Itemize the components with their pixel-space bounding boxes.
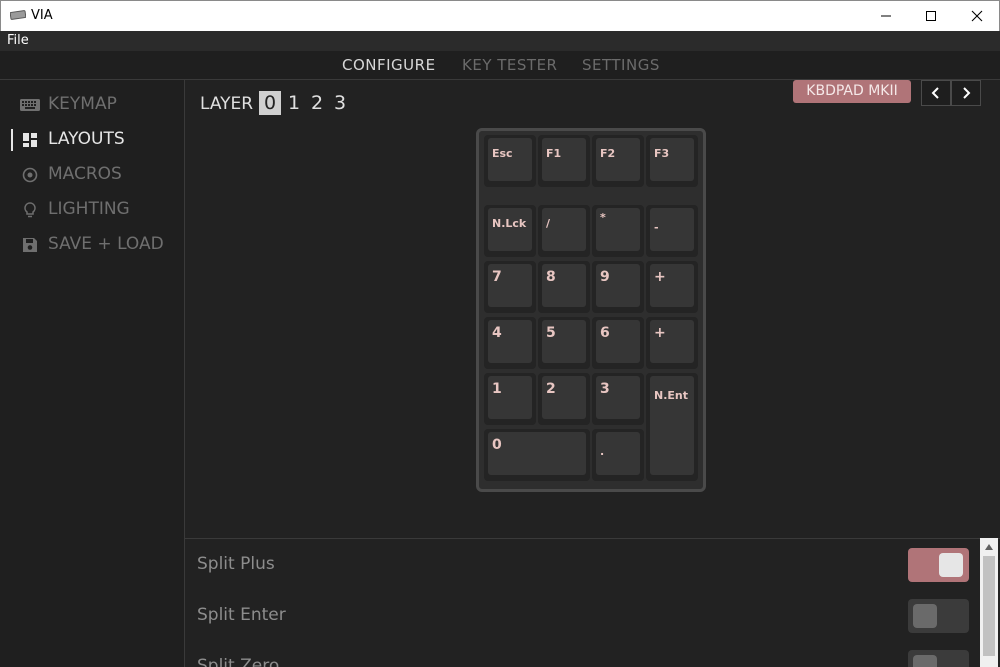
key-f3[interactable]: F3 bbox=[646, 135, 698, 187]
scroll-thumb[interactable] bbox=[983, 556, 995, 656]
option-row-split-zero: Split Zero bbox=[185, 642, 980, 667]
options-scrollbar[interactable] bbox=[980, 538, 998, 667]
sidebar-item-keymap[interactable]: KEYMAP bbox=[0, 90, 184, 120]
lightbulb-icon bbox=[24, 202, 36, 218]
sidebar-item-label: KEYMAP bbox=[48, 94, 117, 114]
minimize-icon bbox=[881, 15, 891, 17]
key-plus-top[interactable]: + bbox=[646, 261, 698, 313]
key-1[interactable]: 1 bbox=[484, 373, 536, 425]
key-2[interactable]: 2 bbox=[538, 373, 590, 425]
key-decimal[interactable]: . bbox=[592, 429, 644, 481]
dashboard-icon bbox=[23, 133, 37, 147]
triangle-up-icon bbox=[985, 543, 993, 550]
key-f1[interactable]: F1 bbox=[538, 135, 590, 187]
option-row-split-enter: Split Enter bbox=[185, 591, 980, 641]
sidebar: KEYMAP LAYOUTS MACROS LIGHTING SAVE + LO… bbox=[0, 80, 185, 667]
minimize-button[interactable] bbox=[863, 1, 909, 31]
key-numpad-enter[interactable]: N.Ent bbox=[646, 373, 698, 481]
option-label: Split Enter bbox=[197, 605, 286, 625]
chevron-right-icon bbox=[963, 87, 971, 99]
sidebar-item-label: MACROS bbox=[48, 164, 122, 184]
app-keyboard-icon bbox=[10, 10, 26, 20]
keyboard-layout: Esc F1 F2 F3 N.Lck / * - 7 8 9 + 4 5 6 +… bbox=[476, 128, 706, 492]
tab-key-tester[interactable]: KEY TESTER bbox=[462, 56, 557, 74]
sidebar-item-layouts[interactable]: LAYOUTS bbox=[0, 125, 184, 155]
key-9[interactable]: 9 bbox=[592, 261, 644, 313]
toggle-knob bbox=[939, 553, 963, 577]
sidebar-item-macros[interactable]: MACROS bbox=[0, 160, 184, 190]
key-3[interactable]: 3 bbox=[592, 373, 644, 425]
layer-0-button[interactable]: 0 bbox=[259, 91, 281, 115]
menu-bar: File bbox=[0, 31, 1000, 51]
key-f2[interactable]: F2 bbox=[592, 135, 644, 187]
scroll-up-button[interactable] bbox=[980, 538, 998, 555]
close-button[interactable] bbox=[954, 1, 1000, 31]
title-bar: VIA bbox=[0, 0, 1000, 31]
circle-dot-icon bbox=[22, 167, 38, 183]
maximize-button[interactable] bbox=[908, 1, 954, 31]
key-plus-bottom[interactable]: + bbox=[646, 317, 698, 369]
layer-2-button[interactable]: 2 bbox=[306, 91, 328, 115]
key-num-lock[interactable]: N.Lck bbox=[484, 205, 536, 257]
layer-3-button[interactable]: 3 bbox=[329, 91, 351, 115]
sidebar-item-save-load[interactable]: SAVE + LOAD bbox=[0, 230, 184, 260]
tab-settings[interactable]: SETTINGS bbox=[582, 56, 660, 74]
sidebar-item-lighting[interactable]: LIGHTING bbox=[0, 195, 184, 225]
key-minus[interactable]: - bbox=[646, 205, 698, 257]
keyboard-name-badge: KBDPAD MKII bbox=[793, 80, 911, 103]
sidebar-item-label: LAYOUTS bbox=[48, 129, 125, 149]
toggle-knob bbox=[913, 604, 937, 628]
key-slash[interactable]: / bbox=[538, 205, 590, 257]
split-plus-toggle[interactable] bbox=[908, 548, 969, 582]
sidebar-item-label: LIGHTING bbox=[48, 199, 130, 219]
key-0[interactable]: 0 bbox=[484, 429, 590, 481]
configure-panel: LAYER 0 1 2 3 KBDPAD MKII Esc F1 F2 F3 N… bbox=[185, 80, 1000, 538]
menu-file[interactable]: File bbox=[7, 33, 29, 48]
layer-1-button[interactable]: 1 bbox=[283, 91, 305, 115]
key-5[interactable]: 5 bbox=[538, 317, 590, 369]
tab-configure[interactable]: CONFIGURE bbox=[342, 56, 436, 74]
option-label: Split Zero bbox=[197, 656, 280, 667]
keyboard-icon bbox=[20, 99, 40, 111]
key-4[interactable]: 4 bbox=[484, 317, 536, 369]
next-keyboard-button[interactable] bbox=[951, 80, 981, 106]
key-6[interactable]: 6 bbox=[592, 317, 644, 369]
key-8[interactable]: 8 bbox=[538, 261, 590, 313]
top-nav: CONFIGURE KEY TESTER SETTINGS bbox=[0, 51, 1000, 80]
key-asterisk[interactable]: * bbox=[592, 205, 644, 257]
chevron-left-icon bbox=[931, 87, 939, 99]
key-7[interactable]: 7 bbox=[484, 261, 536, 313]
toggle-knob bbox=[913, 655, 937, 667]
floppy-icon bbox=[23, 238, 37, 252]
option-row-split-plus: Split Plus bbox=[185, 540, 980, 590]
layer-label: LAYER bbox=[200, 94, 254, 114]
option-label: Split Plus bbox=[197, 554, 275, 574]
layout-options-panel: Split Plus Split Enter Split Zero bbox=[185, 538, 1000, 667]
maximize-icon bbox=[926, 11, 936, 21]
close-icon bbox=[971, 10, 983, 22]
key-esc[interactable]: Esc bbox=[484, 135, 536, 187]
prev-keyboard-button[interactable] bbox=[921, 80, 951, 106]
sidebar-item-label: SAVE + LOAD bbox=[48, 234, 164, 254]
split-enter-toggle[interactable] bbox=[908, 599, 969, 633]
split-zero-toggle[interactable] bbox=[908, 650, 969, 667]
window-title: VIA bbox=[31, 8, 53, 23]
